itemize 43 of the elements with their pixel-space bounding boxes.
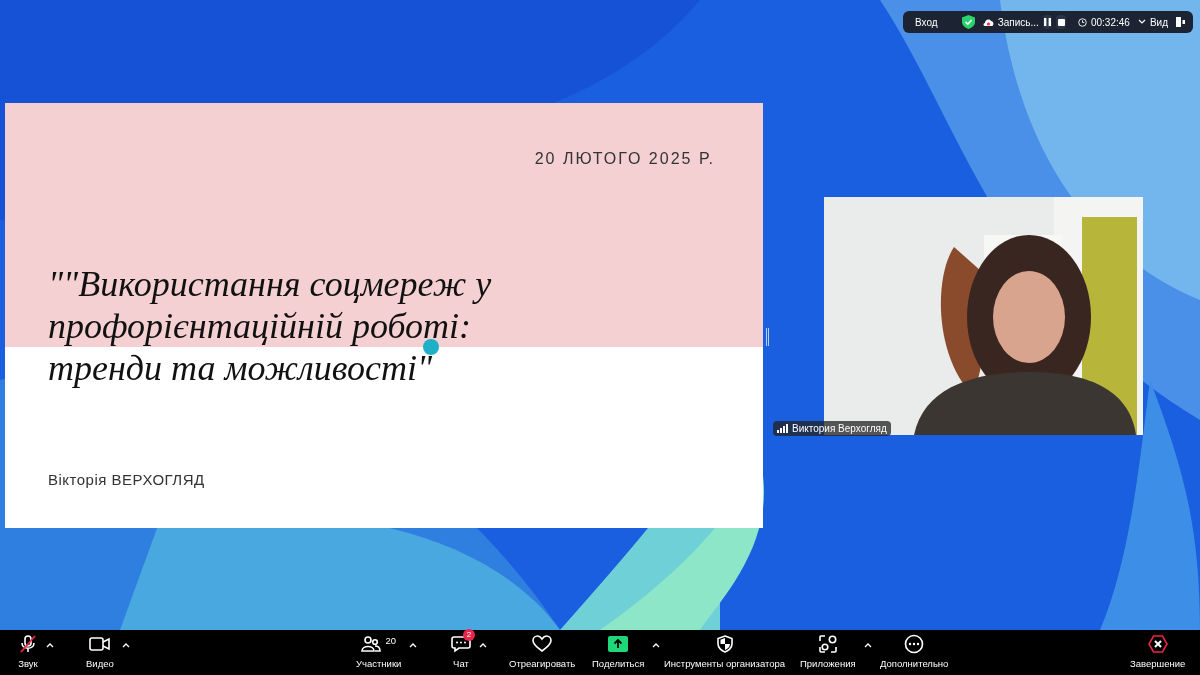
slide-title-line: профорієнтаційній роботі: (48, 305, 473, 347)
caret-up-icon[interactable] (409, 642, 418, 648)
shield-icon (716, 634, 733, 653)
caret-up-icon[interactable] (652, 642, 661, 648)
toolbar-button[interactable]: Поделиться (588, 630, 649, 675)
toolbar-button[interactable]: Приложения (796, 630, 860, 675)
signal-icon (777, 424, 788, 433)
more-icon (904, 633, 925, 654)
slide-date: 20 ЛЮТОГО 2025 Р. (534, 149, 715, 169)
close-icon (1147, 634, 1168, 653)
toolbar-button[interactable]: Видео (82, 630, 118, 675)
caret-up-icon[interactable] (46, 642, 54, 648)
cloud-record-icon (982, 18, 994, 26)
chat-bubble-icon (451, 634, 471, 653)
toolbar-button[interactable]: Дополнительно (876, 630, 953, 675)
layout-icon[interactable] (1176, 17, 1185, 27)
stop-button[interactable] (1056, 15, 1066, 29)
slide-author: Вікторія ВЕРХОГЛЯД (48, 470, 205, 490)
toolbar-button[interactable]: Инструменты организатора (660, 630, 790, 675)
caret-up-icon[interactable] (863, 642, 872, 648)
toolbar-button[interactable]: Отреагировать (505, 630, 580, 675)
people-icon (361, 634, 382, 653)
caret-up-icon[interactable] (121, 642, 130, 648)
heart-icon (532, 634, 553, 653)
join-label[interactable]: Вход (911, 14, 942, 30)
toolbar-button[interactable]: Звук (14, 630, 42, 675)
participant-name: Виктория Верхогляд (792, 422, 887, 436)
pause-button[interactable] (1042, 15, 1053, 29)
view-label[interactable]: Вид (1149, 14, 1168, 30)
apps-icon (817, 633, 838, 654)
video-camera-icon (88, 635, 111, 652)
clock-icon (1077, 17, 1087, 27)
slide-title-line: ""Використання соцмереж у (48, 263, 492, 305)
caret-up-icon[interactable] (479, 642, 487, 648)
toolbar-button[interactable]: 2 Чат (447, 630, 475, 675)
end-meeting-button[interactable]: Завершение (1126, 630, 1190, 675)
participant-count: 20 (385, 633, 396, 648)
toolbar-button[interactable]: 20 Участники (352, 630, 406, 675)
meeting-timer: 00:32:46 (1090, 15, 1130, 30)
recording-status: Запись... (997, 15, 1039, 30)
splitter-handle[interactable] (766, 328, 769, 346)
chevron-down-icon[interactable] (1137, 19, 1146, 25)
slide-title-line: тренди та можливості" (48, 347, 433, 389)
